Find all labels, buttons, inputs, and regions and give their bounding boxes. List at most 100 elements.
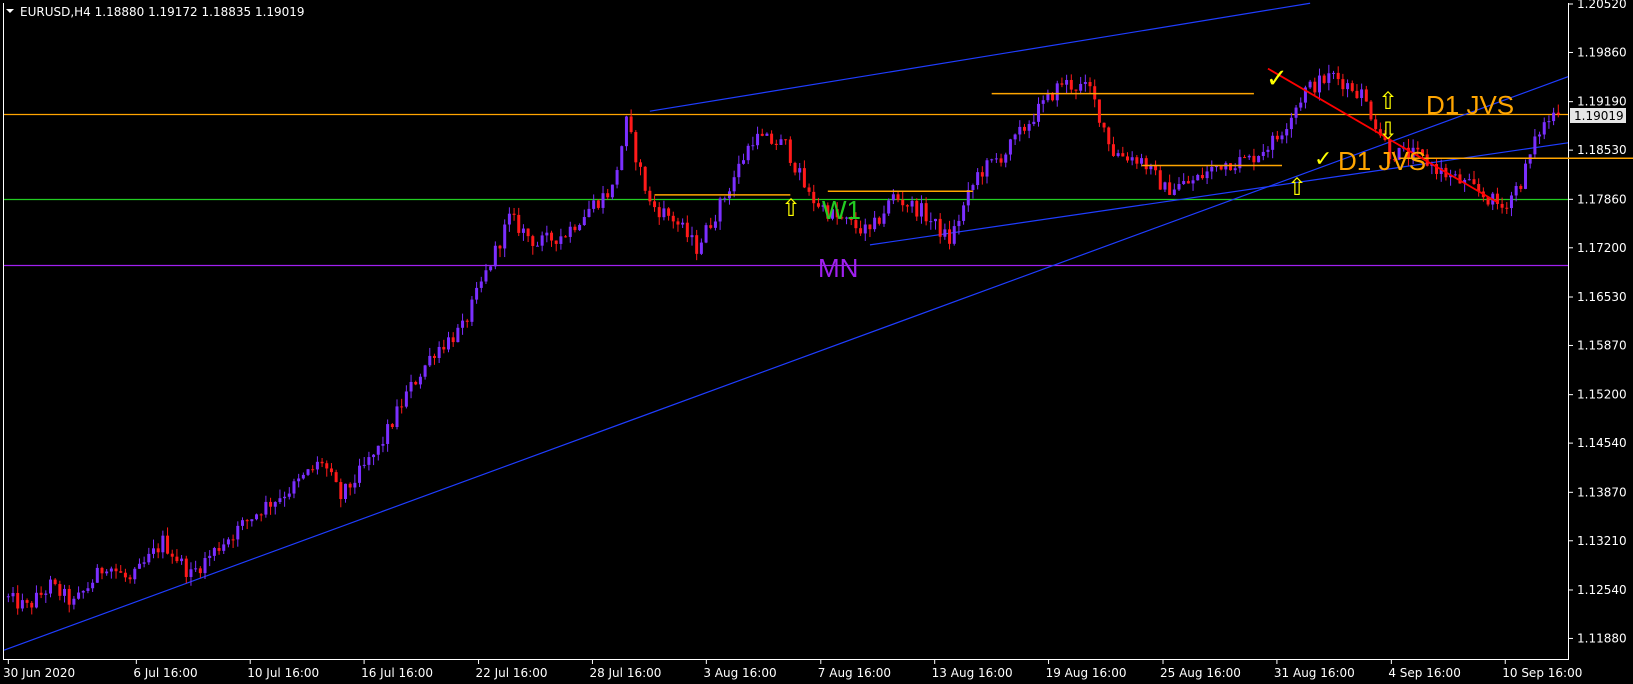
candle-body [704, 225, 708, 243]
candle-body [432, 355, 436, 358]
time-tick-label: 25 Aug 16:00 [1160, 666, 1241, 680]
candle-body [999, 158, 1003, 163]
candle-body [339, 482, 343, 500]
candle-body [578, 225, 582, 231]
candle-body [147, 553, 151, 563]
candle-body [732, 177, 736, 192]
candle-body [297, 478, 301, 482]
candle-body [648, 190, 652, 202]
candle-body [315, 461, 319, 470]
candle-body [1177, 184, 1181, 190]
candle-body [901, 199, 905, 206]
candle-body [1060, 83, 1064, 85]
candle-body [1547, 121, 1551, 123]
price-axis[interactable]: 1.20520 1.19860 1.19190 1.18530 1.17860 1.172… [1568, 0, 1627, 645]
candle-body [1336, 72, 1340, 80]
candle-body [1116, 153, 1120, 156]
candle-body [53, 579, 57, 585]
candle-body [194, 568, 198, 570]
symbol-dropdown-icon[interactable] [6, 9, 14, 13]
candle-body [39, 592, 43, 595]
candle-body [1369, 101, 1373, 120]
candle-body [1065, 79, 1069, 85]
candle-body [278, 498, 282, 503]
candle-body [353, 482, 357, 488]
candle-body [217, 548, 221, 551]
candle-body [25, 600, 29, 603]
candle-body [409, 381, 413, 392]
annotation-d1-jvs-lower: D1 JVS [1338, 146, 1426, 176]
candle-body [1022, 126, 1026, 131]
candle-body [924, 203, 928, 222]
candle-body [615, 170, 619, 185]
candle-body [1168, 182, 1172, 195]
candle-body [531, 236, 535, 246]
candle-body [1552, 112, 1556, 122]
candle-body [760, 133, 764, 136]
candle-body [269, 501, 273, 507]
candle-body [1509, 195, 1513, 209]
candle-body [152, 548, 156, 554]
candle-body [1186, 181, 1190, 184]
candle-body [250, 519, 254, 522]
candle-body [255, 514, 259, 520]
candle-body [156, 548, 160, 553]
candle-body [596, 200, 600, 208]
candle-body [774, 143, 778, 145]
candle-body [882, 213, 886, 224]
annotation-w1: W1 [822, 195, 861, 225]
price-tick-label: 1.16530 [1577, 290, 1627, 304]
candle-body [245, 520, 249, 522]
candle-body [442, 346, 446, 350]
candle-body [1130, 157, 1134, 161]
candle-body [573, 226, 577, 231]
candle-body [1196, 174, 1200, 181]
candle-body [638, 162, 642, 167]
candle-body [1083, 82, 1087, 84]
candle-body [915, 200, 919, 217]
candle-body [1111, 144, 1115, 156]
candle-body [503, 224, 507, 249]
candle-body [873, 217, 877, 230]
candle-body [1158, 170, 1162, 190]
candle-body [779, 139, 783, 145]
candle-body [1144, 158, 1148, 170]
time-tick-label: 3 Aug 16:00 [703, 666, 776, 680]
candle-body [868, 224, 872, 230]
candle-body [1229, 163, 1233, 171]
candle-body [348, 483, 352, 488]
time-tick-label: 10 Jul 16:00 [247, 666, 319, 680]
candle-body [301, 474, 305, 479]
time-axis[interactable]: 30 Jun 2020 6 Jul 16:00 10 Jul 16:00 16 Jul… [3, 659, 1582, 680]
candle-body [1505, 207, 1509, 209]
price-tick-label: 1.15870 [1577, 338, 1627, 352]
annotation-d1-jvs-upper: D1 JVS [1426, 90, 1514, 120]
candle-body [943, 229, 947, 237]
candle-body [128, 577, 132, 580]
candle-body [667, 208, 671, 216]
candle-body [198, 568, 202, 574]
current-price-tag: 1.19019 [1574, 109, 1624, 123]
candle-body [910, 200, 914, 207]
candle-body [507, 213, 511, 225]
candle-body [985, 160, 989, 177]
candle-body [1027, 124, 1031, 131]
candle-body [498, 245, 502, 249]
candle-body [44, 593, 48, 595]
candle-body [376, 445, 380, 455]
horizontal-levels [4, 113, 1568, 267]
candle-body [208, 555, 212, 559]
price-chart[interactable]: 1.20520 1.19860 1.19190 1.18530 1.17860 1.172… [0, 0, 1633, 684]
price-tick-label: 1.17200 [1577, 241, 1627, 255]
candle-body [990, 159, 994, 161]
candle-body [952, 226, 956, 244]
candle-body [751, 145, 755, 147]
candle-body [891, 194, 895, 201]
candle-body [1041, 100, 1045, 104]
candle-body [1163, 182, 1167, 190]
time-tick-label: 4 Sep 16:00 [1388, 666, 1460, 680]
time-tick-label: 31 Aug 16:00 [1274, 666, 1355, 680]
time-tick-label: 22 Jul 16:00 [476, 666, 548, 680]
candle-body [1346, 83, 1350, 90]
candle-body [119, 571, 123, 573]
